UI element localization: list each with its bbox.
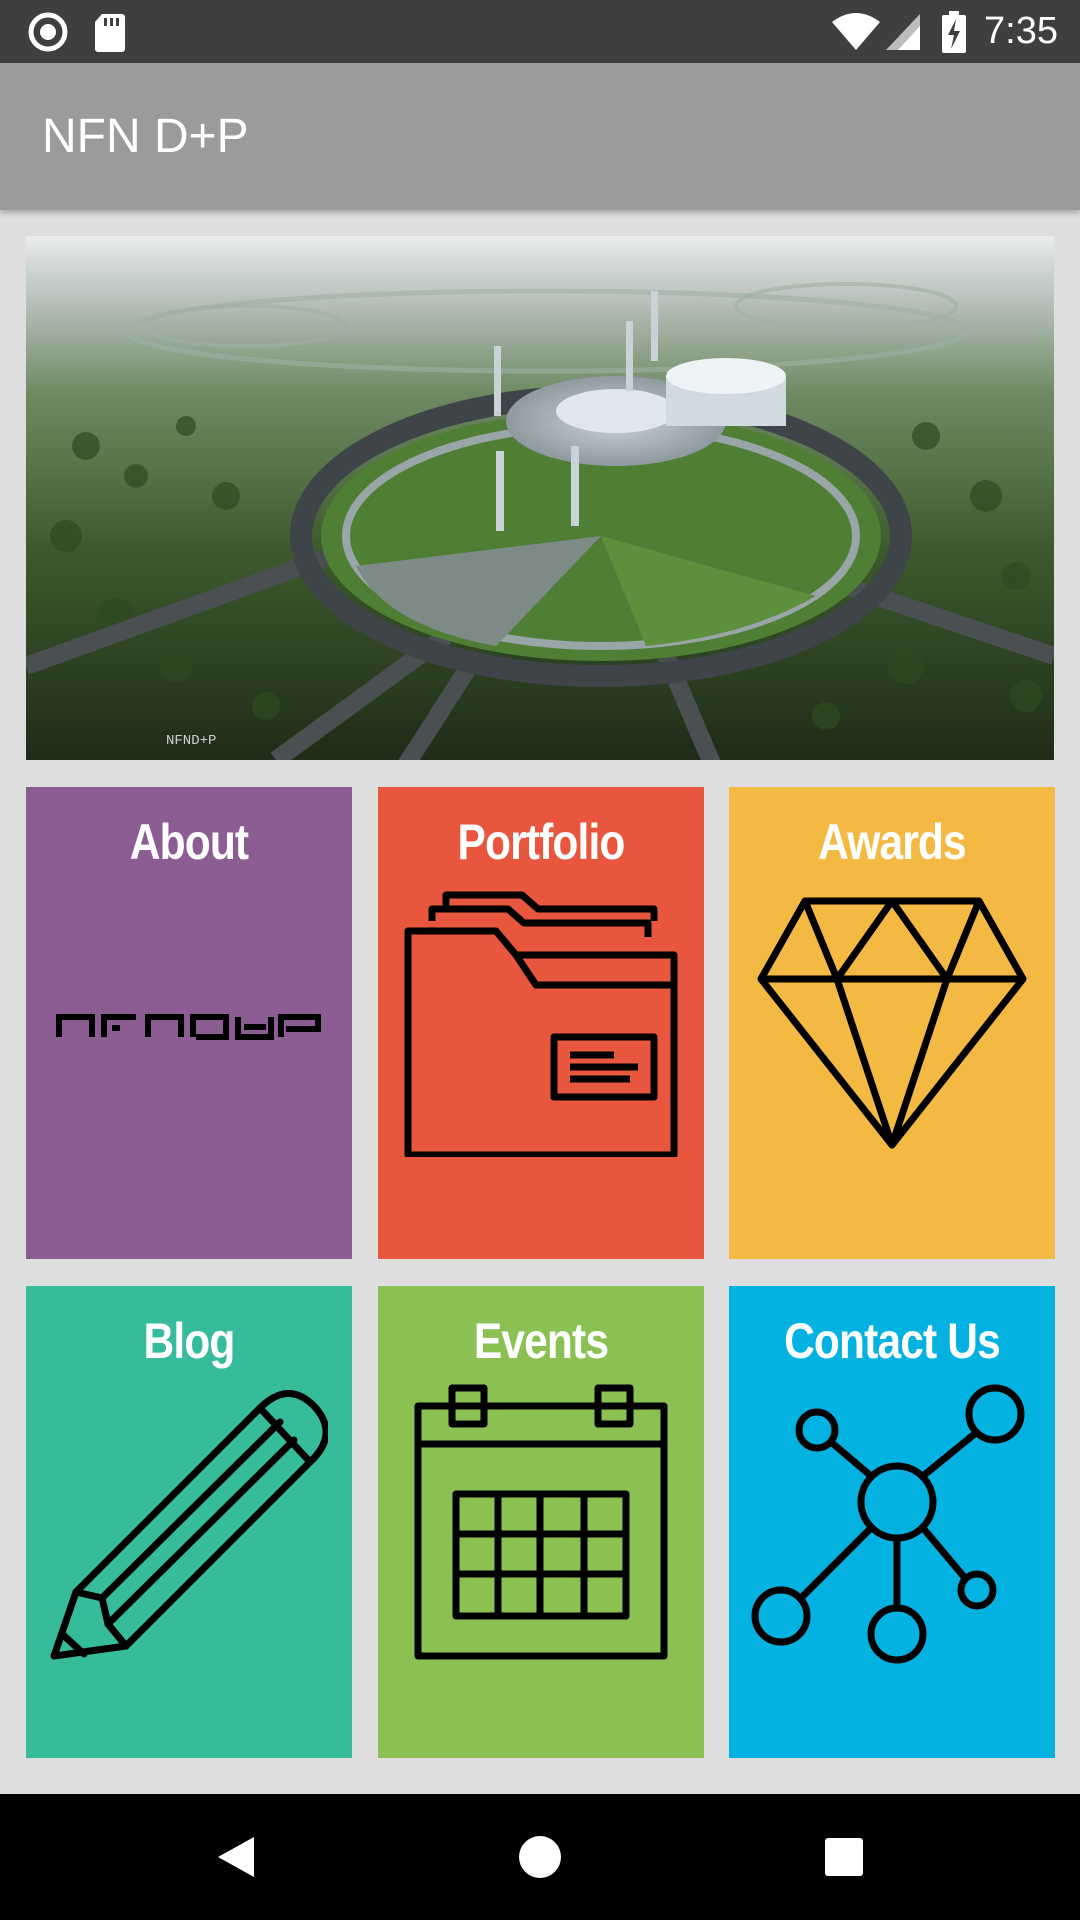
pencil-icon [50, 1390, 328, 1660]
tile-blog-label: Blog [143, 1313, 235, 1369]
tile-awards[interactable]: Awards [729, 787, 1055, 1259]
app-title: NFN D+P [42, 110, 249, 163]
tile-contact-us[interactable]: Contact Us [729, 1286, 1055, 1758]
record-icon [28, 0, 68, 63]
tile-about-label: About [129, 814, 249, 870]
folder-icon [404, 891, 678, 1157]
network-icon [751, 1384, 1025, 1664]
tile-blog[interactable]: Blog [26, 1286, 352, 1758]
back-icon[interactable] [196, 1794, 276, 1920]
tile-awards-label: Awards [818, 814, 967, 870]
diamond-icon [757, 897, 1027, 1149]
tile-portfolio-label: Portfolio [457, 814, 625, 870]
tile-portfolio[interactable]: Portfolio [378, 787, 704, 1259]
hero-image: NFND+P [26, 236, 1054, 760]
wifi-icon [830, 0, 882, 63]
calendar-icon [414, 1384, 668, 1660]
hero-watermark: NFND+P [166, 733, 216, 749]
tile-events-label: Events [473, 1313, 609, 1369]
tile-contact-us-label: Contact Us [784, 1313, 1001, 1369]
home-icon[interactable] [500, 1794, 580, 1920]
signal-icon [884, 0, 922, 63]
sd-card-icon [94, 0, 126, 63]
status-time: 7:35 [984, 10, 1058, 52]
recents-icon[interactable] [804, 1794, 884, 1920]
nfndp-logo [56, 1014, 321, 1040]
app-bar: NFN D+P [0, 63, 1080, 210]
tile-about[interactable]: About [26, 787, 352, 1259]
navigation-bar [0, 1794, 1080, 1920]
status-bar: 7:35 [0, 0, 1080, 63]
battery-charging-icon [942, 0, 966, 63]
tile-events[interactable]: Events [378, 1286, 704, 1758]
